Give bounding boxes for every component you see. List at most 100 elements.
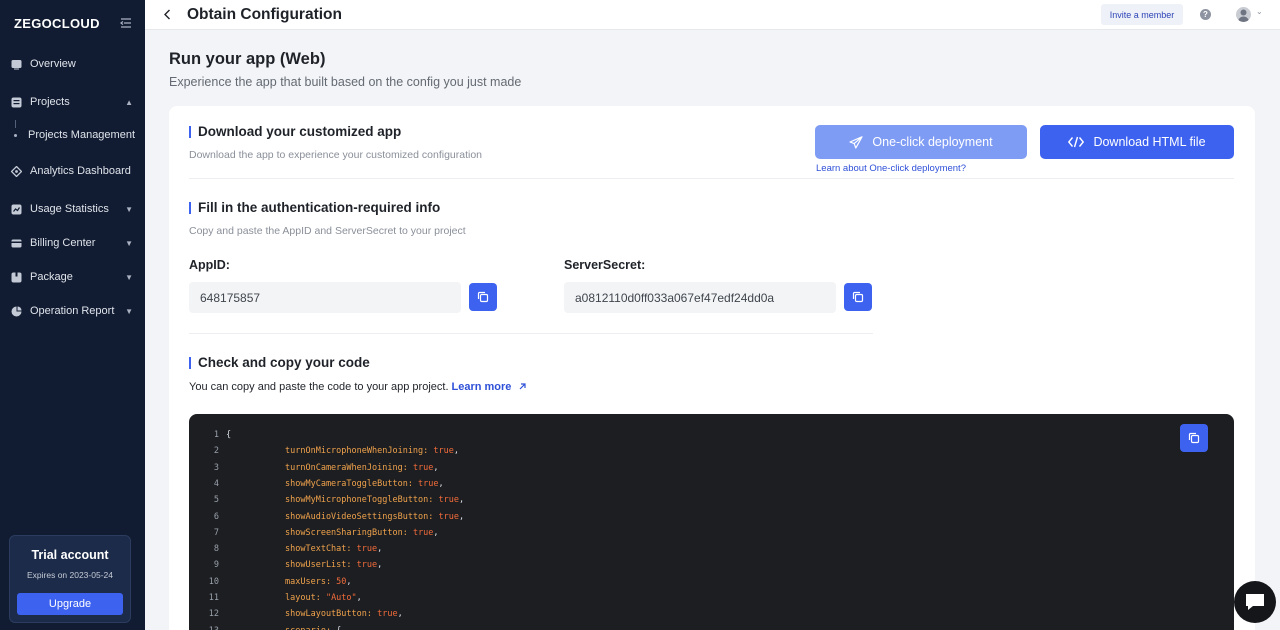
help-icon[interactable]: ?: [1200, 9, 1211, 20]
chevron-down-icon: ▼: [125, 238, 133, 248]
learn-deployment-link[interactable]: Learn about One-click deployment?: [816, 163, 966, 174]
button-label: Download HTML file: [1093, 135, 1206, 149]
page-title: Obtain Configuration: [187, 5, 342, 23]
sidebar-item-label: Analytics Dashboard: [30, 165, 131, 177]
copy-icon: [852, 291, 864, 303]
sidebar-subitem-projects-management[interactable]: Projects Management: [14, 124, 135, 146]
code-key: showLayoutButton:: [285, 609, 372, 620]
appid-field[interactable]: 648175857: [189, 282, 461, 313]
code-value: true: [412, 478, 439, 489]
sidebar-item-label: Billing Center: [30, 237, 96, 249]
code-punctuation: ,: [438, 478, 444, 489]
server-secret-field[interactable]: a0812110d0ff033a067ef47edf24dd0a: [564, 282, 836, 313]
chat-button[interactable]: [1234, 581, 1276, 623]
code-punctuation: ,: [377, 544, 383, 555]
upgrade-button[interactable]: Upgrade: [17, 593, 123, 615]
config-card: Download your customized app Download th…: [169, 106, 1255, 630]
code-text: layout: "Auto",: [285, 593, 362, 603]
code-text: turnOnCameraWhenJoining: true,: [285, 463, 439, 473]
copy-icon: [477, 291, 489, 303]
back-icon[interactable]: [163, 9, 175, 21]
code-value: true: [351, 560, 378, 571]
code-key: maxUsers:: [285, 576, 332, 587]
trial-title: Trial account: [31, 548, 109, 562]
collapse-icon[interactable]: [119, 16, 133, 30]
code-line: 12 showLayoutButton: true,: [189, 606, 1189, 622]
code-key: {: [226, 430, 232, 440]
code-text: showLayoutButton: true,: [285, 609, 403, 619]
code-punctuation: ,: [356, 593, 362, 603]
code-value: true: [433, 511, 459, 522]
section-subheading: Experience the app that built based on t…: [169, 75, 522, 89]
line-number: 7: [213, 527, 219, 538]
download-html-button[interactable]: Download HTML file: [1040, 125, 1234, 159]
code-line: 3 turnOnCameraWhenJoining: true,: [189, 460, 1189, 476]
chevron-down-icon: ▼: [125, 204, 133, 214]
code-key: turnOnMicrophoneWhenJoining:: [285, 446, 429, 457]
code-description-text: You can copy and paste the code to your …: [189, 381, 449, 393]
divider: [189, 333, 873, 334]
code-punctuation: ,: [377, 560, 383, 571]
sidebar-item-overview[interactable]: Overview: [0, 52, 145, 76]
learn-more-link[interactable]: Learn more: [452, 381, 512, 393]
code-description: You can copy and paste the code to your …: [189, 381, 527, 393]
code-key: scenario:: [285, 626, 331, 630]
sidebar-item-analytics[interactable]: Analytics Dashboard: [0, 159, 145, 183]
code-line: 11 layout: "Auto",: [189, 590, 1189, 606]
trial-card: Trial account Expires on 2023-05-24 Upgr…: [9, 535, 131, 623]
overview-icon: [10, 58, 22, 70]
code-text: maxUsers: 50,: [285, 577, 352, 587]
code-punctuation: ,: [397, 609, 403, 620]
code-key: showScreenSharingButton:: [285, 527, 408, 538]
sidebar-item-label: Projects Management: [28, 129, 135, 141]
code-icon: [1068, 136, 1085, 148]
code-punctuation: ,: [433, 462, 439, 473]
sidebar-item-billing[interactable]: Billing Center ▼: [0, 231, 145, 255]
report-icon: [10, 305, 22, 317]
send-icon: [849, 135, 863, 149]
usage-icon: [10, 203, 22, 215]
sidebar-item-label: Operation Report: [30, 305, 115, 317]
code-line: 9 showUserList: true,: [189, 557, 1189, 573]
line-number: 6: [213, 511, 219, 522]
copy-secret-button[interactable]: [844, 283, 872, 311]
sidebar-item-label: Usage Statistics: [30, 203, 109, 215]
code-value: true: [407, 462, 434, 473]
auth-title: Fill in the authentication-required info: [189, 200, 440, 215]
line-number: 11: [208, 593, 219, 603]
code-text: showMyCameraToggleButton: true,: [285, 479, 444, 489]
logo-row: ZEGOCLOUD: [0, 0, 145, 46]
brand-logo: ZEGOCLOUD: [14, 15, 100, 31]
code-punctuation: ,: [459, 495, 465, 506]
code-text: showMyMicrophoneToggleButton: true,: [285, 495, 464, 505]
sidebar-item-label: Projects: [30, 96, 70, 108]
sidebar-item-usage[interactable]: Usage Statistics ▼: [0, 197, 145, 221]
download-description: Download the app to experience your cust…: [189, 149, 483, 161]
code-line: 2 turnOnMicrophoneWhenJoining: true,: [189, 443, 1189, 459]
billing-icon: [10, 237, 22, 249]
projects-icon: [10, 96, 22, 108]
one-click-deployment-button[interactable]: One-click deployment: [815, 125, 1027, 159]
divider: [189, 178, 1234, 179]
code-line: 4 showMyCameraToggleButton: true,: [189, 476, 1189, 492]
chevron-down-icon[interactable]: ⌄: [1256, 7, 1263, 16]
code-line: 13 scenario: {: [189, 623, 1189, 630]
sidebar-item-label: Overview: [30, 58, 76, 70]
external-link-icon: [520, 383, 527, 390]
code-punctuation: ,: [346, 576, 352, 587]
sidebar-item-operation-report[interactable]: Operation Report ▼: [0, 299, 145, 323]
chevron-down-icon: ▼: [125, 306, 133, 316]
copy-appid-button[interactable]: [469, 283, 497, 311]
avatar-icon[interactable]: [1236, 7, 1251, 22]
trial-expiry: Expires on 2023-05-24: [26, 570, 113, 580]
line-number: 13: [189, 626, 219, 630]
invite-member-button[interactable]: Invite a member: [1101, 4, 1183, 25]
code-text: showTextChat: true,: [285, 544, 382, 554]
line-number: 1: [213, 430, 219, 440]
code-block[interactable]: 1 {2 turnOnMicrophoneWhenJoining: true, 3 tu…: [189, 414, 1234, 630]
code-value: true: [407, 527, 434, 538]
sidebar-item-package[interactable]: Package ▼: [0, 265, 145, 289]
line-number: 5: [213, 495, 219, 506]
sidebar-item-projects[interactable]: Projects ▲: [0, 90, 145, 114]
bullet-icon: [14, 133, 17, 137]
